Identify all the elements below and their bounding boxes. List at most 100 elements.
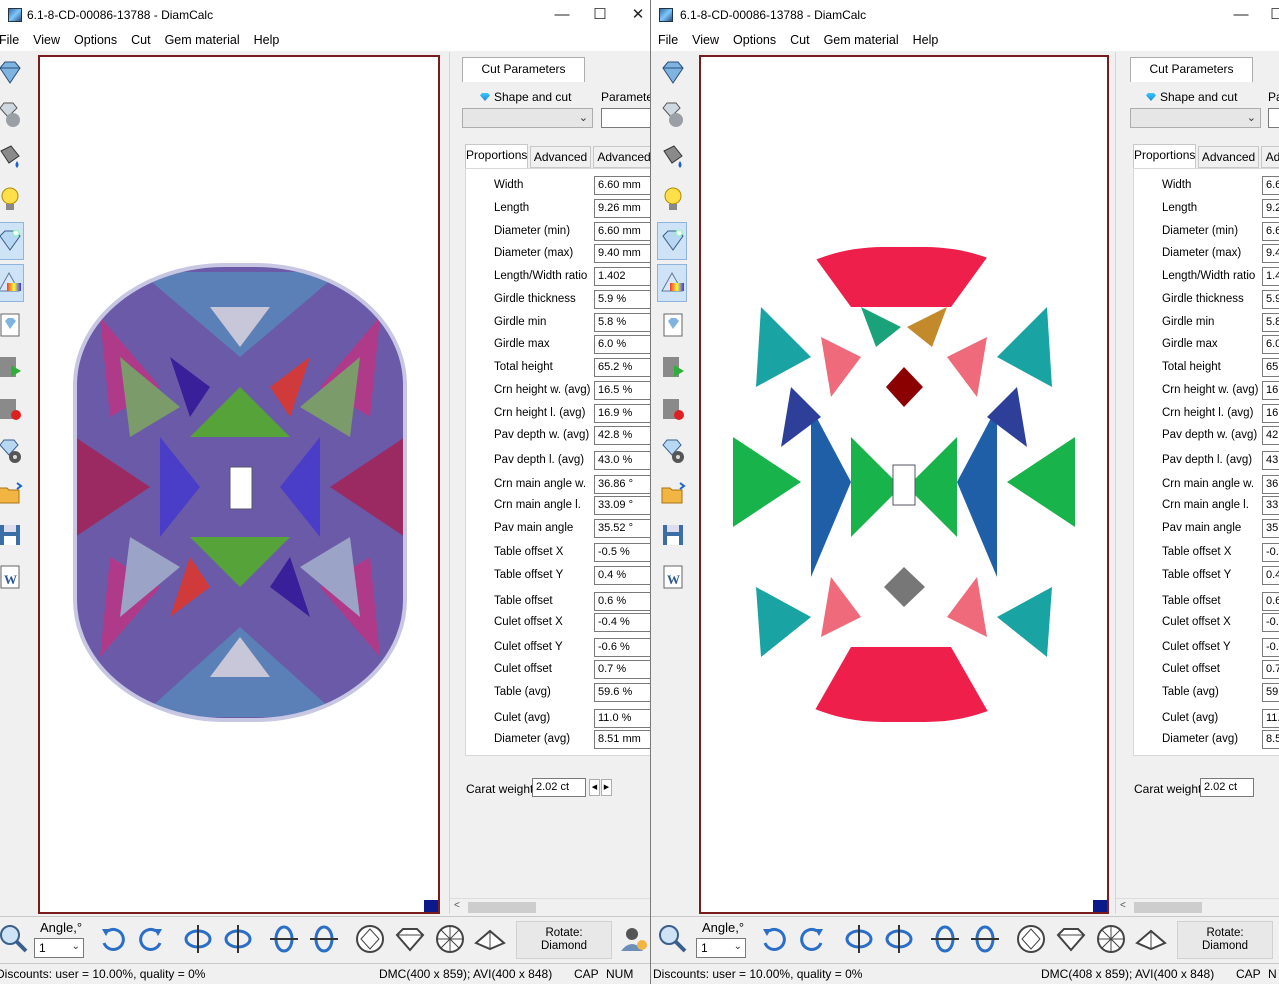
top-view-icon[interactable]: [1015, 923, 1047, 955]
proportion-value-input[interactable]: 8.5: [1262, 730, 1279, 749]
menu-options[interactable]: Options: [67, 30, 124, 47]
panel-horizontal-scrollbar[interactable]: <>: [450, 898, 650, 915]
diamond-view-tool[interactable]: [0, 54, 24, 92]
gem-sphere-tool[interactable]: [0, 96, 24, 134]
flip-horizontal-icon[interactable]: [843, 923, 875, 955]
gem-viewport[interactable]: [699, 55, 1109, 914]
proportion-value-input[interactable]: 9.2: [1262, 199, 1279, 218]
brilliance-tool[interactable]: [0, 222, 24, 260]
proportion-value-input[interactable]: -0.5 %: [594, 543, 650, 562]
menu-cut[interactable]: Cut: [124, 30, 157, 47]
viewport-resize-handle[interactable]: [1093, 900, 1107, 912]
menu-help[interactable]: Help: [247, 30, 287, 47]
open-file-tool[interactable]: [0, 474, 24, 512]
proportion-value-input[interactable]: 6.6: [1262, 176, 1279, 195]
rotate-mode-box[interactable]: Rotate: Diamond: [516, 921, 612, 959]
panel-horizontal-scrollbar[interactable]: <: [1116, 898, 1279, 915]
rotate-mode-box[interactable]: Rotate: Diamond: [1177, 921, 1273, 959]
save-file-tool[interactable]: [657, 516, 687, 554]
scroll-left-icon[interactable]: <: [454, 900, 460, 911]
proportion-value-input[interactable]: 6.6: [1262, 222, 1279, 241]
proportion-value-input[interactable]: 59.6 %: [594, 683, 650, 702]
proportion-value-input[interactable]: 5.8 %: [594, 313, 650, 332]
proportion-value-input[interactable]: 5.9: [1262, 290, 1279, 309]
close-button[interactable]: ✕: [618, 4, 650, 26]
gem-viewport[interactable]: [38, 55, 440, 914]
proportion-value-input[interactable]: 0.7: [1262, 660, 1279, 679]
maximize-button[interactable]: ☐: [1257, 4, 1279, 26]
menu-view[interactable]: View: [685, 30, 726, 47]
proportion-value-input[interactable]: 33.: [1262, 496, 1279, 515]
tab-proportions[interactable]: Proportions: [1133, 144, 1196, 168]
rotate-ccw-icon[interactable]: [96, 923, 128, 955]
zoom-icon[interactable]: [0, 923, 30, 955]
proportion-value-input[interactable]: 16.5 %: [594, 381, 650, 400]
shape-dropdown[interactable]: ⌄: [1130, 108, 1261, 128]
scroll-thumb[interactable]: [1134, 902, 1202, 913]
perspective-view-icon[interactable]: [1135, 923, 1167, 955]
report-tool[interactable]: [0, 306, 24, 344]
scroll-thumb[interactable]: [468, 902, 536, 913]
flip-horizontal-reverse-icon[interactable]: [222, 923, 254, 955]
title-bar[interactable]: 6.1-8-CD-00086-13788 - DiamCalc — ☐: [651, 0, 1279, 30]
rotate-cw-icon[interactable]: [136, 923, 168, 955]
menu-gem-material[interactable]: Gem material: [817, 30, 906, 47]
proportion-value-input[interactable]: 42.8 %: [594, 426, 650, 445]
proportion-value-input[interactable]: 43.0 %: [594, 451, 650, 470]
proportion-value-input[interactable]: 11.: [1262, 709, 1279, 728]
carat-increment-button[interactable]: ▶: [601, 779, 612, 796]
export-word-tool[interactable]: W: [657, 558, 687, 596]
proportion-value-input[interactable]: 33.09 °: [594, 496, 650, 515]
top-view-icon[interactable]: [354, 923, 386, 955]
flip-vertical-reverse-icon[interactable]: [308, 923, 340, 955]
proportion-value-input[interactable]: 0.4: [1262, 566, 1279, 585]
proportion-value-input[interactable]: 5.8: [1262, 313, 1279, 332]
proportion-value-input[interactable]: 6.0 %: [594, 335, 650, 354]
maximize-button[interactable]: ☐: [580, 4, 620, 26]
proportion-value-input[interactable]: 6.60 mm: [594, 222, 650, 241]
spectrum-tool[interactable]: [0, 264, 24, 302]
proportion-value-input[interactable]: 1.4: [1262, 267, 1279, 286]
menu-gem-material[interactable]: Gem material: [158, 30, 247, 47]
bottom-view-icon[interactable]: [434, 923, 466, 955]
rotate-cw-icon[interactable]: [797, 923, 829, 955]
tab-cut-parameters[interactable]: Cut Parameters: [1130, 57, 1253, 82]
menu-options[interactable]: Options: [726, 30, 783, 47]
tab-proportions[interactable]: Proportions: [465, 144, 528, 168]
side-view-icon[interactable]: [394, 923, 426, 955]
tab-advanced[interactable]: Advanced: [530, 146, 591, 168]
menu-file[interactable]: File: [0, 30, 26, 47]
zoom-icon[interactable]: [657, 923, 689, 955]
proportion-value-input[interactable]: 0.4 %: [594, 566, 650, 585]
proportion-value-input[interactable]: 9.4: [1262, 244, 1279, 263]
proportion-value-input[interactable]: -0.4: [1262, 613, 1279, 632]
proportion-value-input[interactable]: 16.: [1262, 404, 1279, 423]
proportion-value-input[interactable]: 36.: [1262, 475, 1279, 494]
minimize-button[interactable]: —: [542, 4, 582, 26]
save-file-tool[interactable]: [0, 516, 24, 554]
record-video-tool[interactable]: [0, 390, 24, 428]
carat-weight-input[interactable]: 2.02 ct: [532, 778, 586, 797]
record-video-tool[interactable]: [657, 390, 687, 428]
proportion-value-input[interactable]: 0.6: [1262, 592, 1279, 611]
proportion-value-input[interactable]: -0.4 %: [594, 613, 650, 632]
proportion-value-input[interactable]: 6.0: [1262, 335, 1279, 354]
viewport-resize-handle[interactable]: [424, 900, 438, 912]
proportion-value-input[interactable]: 9.40 mm: [594, 244, 650, 263]
play-video-tool[interactable]: [0, 348, 24, 386]
proportion-value-input[interactable]: 16.: [1262, 381, 1279, 400]
rotate-ccw-icon[interactable]: [757, 923, 789, 955]
export-word-tool[interactable]: W: [0, 558, 24, 596]
minimize-button[interactable]: —: [1221, 4, 1261, 26]
spectrum-tool[interactable]: [657, 264, 687, 302]
bottom-view-icon[interactable]: [1095, 923, 1127, 955]
proportion-value-input[interactable]: 65.2 %: [594, 358, 650, 377]
paint-bucket-tool[interactable]: [0, 138, 24, 176]
flip-vertical-icon[interactable]: [268, 923, 300, 955]
play-video-tool[interactable]: [657, 348, 687, 386]
diamond-view-tool[interactable]: [657, 54, 687, 92]
angle-select[interactable]: 1 ⌄: [696, 938, 746, 958]
proportion-value-input[interactable]: 5.9 %: [594, 290, 650, 309]
proportion-value-input[interactable]: 35.: [1262, 519, 1279, 538]
proportion-value-input[interactable]: 43.: [1262, 451, 1279, 470]
